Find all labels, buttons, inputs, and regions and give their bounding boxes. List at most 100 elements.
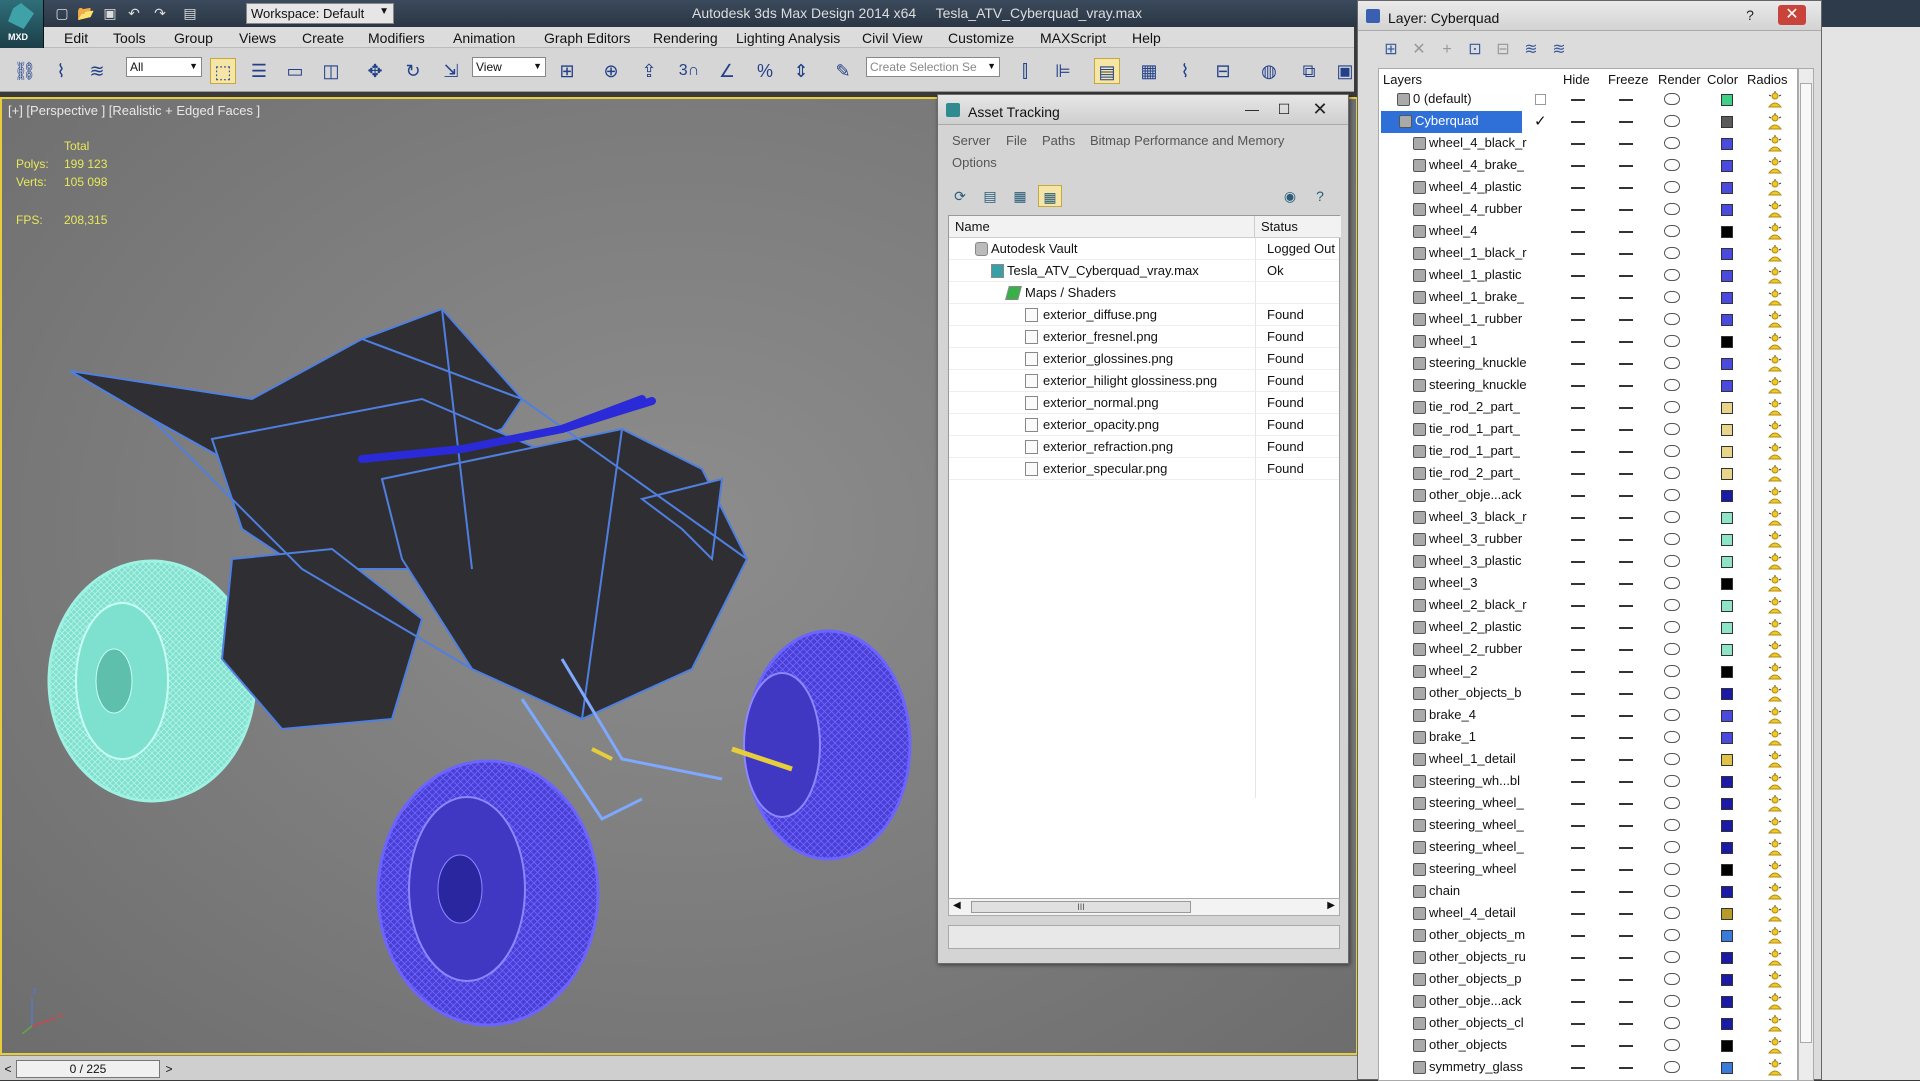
render-teapot-icon[interactable] (1664, 753, 1680, 765)
layer-row[interactable]: tie_rod_1_part_ (1379, 419, 1797, 441)
select-by-name-icon[interactable]: ☰ (246, 58, 272, 84)
freeze-toggle[interactable] (1619, 297, 1633, 299)
layer-color-swatch[interactable] (1721, 160, 1733, 172)
render-teapot-icon[interactable] (1664, 357, 1680, 369)
render-teapot-icon[interactable] (1664, 819, 1680, 831)
radiosity-icon[interactable] (1767, 201, 1783, 219)
hide-toggle[interactable] (1571, 121, 1585, 123)
layer-row[interactable]: wheel_3_black_r (1379, 507, 1797, 529)
layer-color-swatch[interactable] (1721, 468, 1733, 480)
layer-row[interactable]: steering_wheel_ (1379, 793, 1797, 815)
layer-row[interactable]: steering_wheel_ (1379, 815, 1797, 837)
close-button[interactable]: ✕ (1778, 5, 1806, 25)
freeze-toggle[interactable] (1619, 1023, 1633, 1025)
render-teapot-icon[interactable] (1664, 1061, 1680, 1073)
freeze-toggle[interactable] (1619, 847, 1633, 849)
hide-toggle[interactable] (1571, 363, 1585, 365)
hide-toggle[interactable] (1571, 627, 1585, 629)
freeze-toggle[interactable] (1619, 913, 1633, 915)
layer-row[interactable]: wheel_2_plastic (1379, 617, 1797, 639)
hide-toggle[interactable] (1571, 1045, 1585, 1047)
layer-row[interactable]: other_objects_b (1379, 683, 1797, 705)
render-teapot-icon[interactable] (1664, 665, 1680, 677)
table-row[interactable]: Autodesk Vault Logged Out (949, 238, 1339, 260)
layer-row[interactable]: steering_knuckle (1379, 375, 1797, 397)
table-view-icon[interactable]: ▦ (1038, 185, 1062, 207)
layer-color-swatch[interactable] (1721, 292, 1733, 304)
render-teapot-icon[interactable] (1664, 687, 1680, 699)
hide-toggle[interactable] (1571, 737, 1585, 739)
hide-toggle[interactable] (1571, 451, 1585, 453)
layer-color-swatch[interactable] (1721, 1062, 1733, 1074)
freeze-toggle[interactable] (1619, 803, 1633, 805)
render-teapot-icon[interactable] (1664, 577, 1680, 589)
open-file-icon[interactable]: 📂 (76, 4, 96, 22)
freeze-toggle[interactable] (1619, 363, 1633, 365)
unlink-icon[interactable]: ⌇ (48, 58, 74, 84)
freeze-toggle[interactable] (1619, 429, 1633, 431)
layer-color-swatch[interactable] (1721, 886, 1733, 898)
current-layer-check-icon[interactable]: ✓ (1534, 112, 1547, 130)
horizontal-scrollbar[interactable]: ◀ III ▶ (948, 898, 1340, 916)
render-teapot-icon[interactable] (1664, 159, 1680, 171)
menu-civil-view[interactable]: Civil View (862, 30, 922, 46)
freeze-toggle[interactable] (1619, 583, 1633, 585)
hide-toggle[interactable] (1571, 275, 1585, 277)
radiosity-icon[interactable] (1767, 1059, 1783, 1077)
highlight-selected-icon[interactable]: ⊟ (1490, 39, 1516, 61)
hide-toggle[interactable] (1571, 979, 1585, 981)
layer-color-swatch[interactable] (1721, 1018, 1733, 1030)
radiosity-icon[interactable] (1767, 1037, 1783, 1055)
scale-icon[interactable]: ⇲ (438, 58, 464, 84)
freeze-toggle[interactable] (1619, 99, 1633, 101)
radiosity-icon[interactable] (1767, 575, 1783, 593)
hide-toggle[interactable] (1571, 891, 1585, 893)
server-login-icon[interactable]: ◉ (1278, 185, 1302, 207)
render-teapot-icon[interactable] (1664, 951, 1680, 963)
layer-row[interactable]: other_objects_cl (1379, 1013, 1797, 1035)
add-to-layer-icon[interactable]: + (1434, 39, 1460, 61)
render-teapot-icon[interactable] (1664, 423, 1680, 435)
window-crossing-icon[interactable]: ◫ (318, 58, 344, 84)
hide-toggle[interactable] (1571, 231, 1585, 233)
table-row[interactable]: exterior_hilight glossiness.png Found (949, 370, 1339, 392)
menu-group[interactable]: Group (174, 30, 213, 46)
layer-row[interactable]: other_objects_p (1379, 969, 1797, 991)
layer-row[interactable]: steering_knuckle (1379, 353, 1797, 375)
layer-color-swatch[interactable] (1721, 688, 1733, 700)
layer-color-swatch[interactable] (1721, 270, 1733, 282)
spinner-snap-icon[interactable]: ⇕ (788, 58, 814, 84)
radiosity-icon[interactable] (1767, 839, 1783, 857)
render-teapot-icon[interactable] (1664, 489, 1680, 501)
hide-toggle[interactable] (1571, 253, 1585, 255)
layer-row[interactable]: wheel_1_brake_ (1379, 287, 1797, 309)
workspace-select[interactable]: Workspace: Default ▼ (246, 3, 394, 24)
create-layer-icon[interactable]: ⊞ (1378, 39, 1404, 61)
table-row[interactable]: exterior_opacity.png Found (949, 414, 1339, 436)
radiosity-icon[interactable] (1767, 553, 1783, 571)
layer-row[interactable]: wheel_4_brake_ (1379, 155, 1797, 177)
render-teapot-icon[interactable] (1664, 995, 1680, 1007)
layer-color-swatch[interactable] (1721, 1040, 1733, 1052)
layer-manager-icon[interactable]: ▤ (1094, 58, 1120, 84)
layer-color-swatch[interactable] (1721, 754, 1733, 766)
keyboard-shortcut-override-icon[interactable]: ⇪ (636, 58, 662, 84)
layer-row[interactable]: other_obje...ack (1379, 485, 1797, 507)
radiosity-icon[interactable] (1767, 949, 1783, 967)
freeze-toggle[interactable] (1619, 715, 1633, 717)
layer-row[interactable]: Cyberquad ✓ (1379, 111, 1797, 133)
menu-help[interactable]: Help (1132, 30, 1161, 46)
radiosity-icon[interactable] (1767, 729, 1783, 747)
hide-toggle[interactable] (1571, 473, 1585, 475)
render-teapot-icon[interactable] (1664, 335, 1680, 347)
layer-row[interactable]: steering_wheel (1379, 859, 1797, 881)
layer-color-swatch[interactable] (1721, 952, 1733, 964)
layer-row[interactable]: wheel_1 (1379, 331, 1797, 353)
render-teapot-icon[interactable] (1664, 555, 1680, 567)
time-slider[interactable]: 0 / 225 (16, 1060, 160, 1078)
render-teapot-icon[interactable] (1664, 115, 1680, 127)
layer-row[interactable]: wheel_1_rubber (1379, 309, 1797, 331)
freeze-toggle[interactable] (1619, 561, 1633, 563)
hide-toggle[interactable] (1571, 583, 1585, 585)
menu-options[interactable]: Options (952, 155, 997, 170)
